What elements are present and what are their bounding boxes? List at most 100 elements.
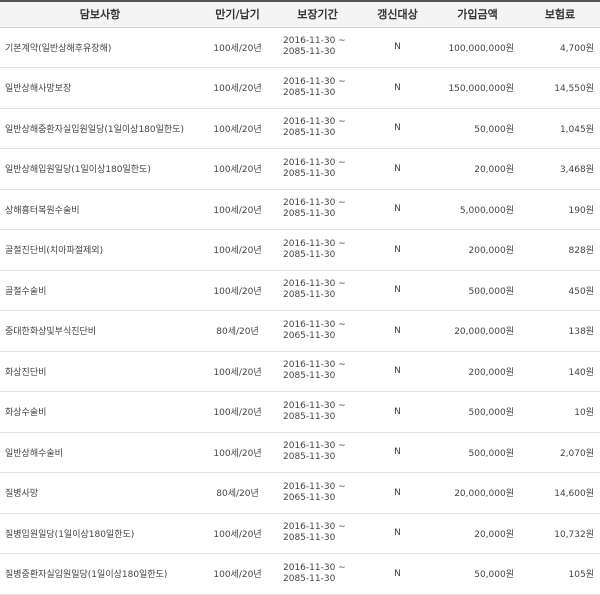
period-end: 2085-11-30 [283, 371, 336, 382]
renewal-cell: N [360, 432, 435, 473]
table-row: 질병사망 80세/20년 2016-11-30 ~2065-11-30 N 20,000… [0, 472, 600, 514]
coverage-name-cell: 일반상해사망보장 [0, 67, 200, 109]
amount-cell: 500,000원 [435, 391, 520, 433]
coverage-name-cell: 일반상해중환자실입원일당(1일이상180일한도) [0, 108, 200, 149]
period-start: 2016-11-30 ~ [283, 76, 346, 87]
renewal-cell: N [360, 229, 435, 271]
renewal-cell: N [360, 513, 435, 554]
period-cell: 2016-11-30 ~2085-11-30 [275, 270, 360, 311]
premium-cell: 2,070원 [520, 432, 600, 473]
coverage-name-cell: 상해흉터복원수술비 [0, 189, 200, 230]
period-end: 2085-11-30 [283, 573, 336, 584]
period-cell: 2016-11-30 ~2085-11-30 [275, 108, 360, 149]
premium-cell: 14,600원 [520, 472, 600, 514]
table-row: 일반상해입원일당(1일이상180일한도) 100세/20년 2016-11-30 ~… [0, 148, 600, 190]
coverage-table: 담보사항 만기/납기 보장기간 갱신대상 가입금액 보험료 기본계약(일반상해후… [0, 0, 600, 595]
renewal-cell: N [360, 351, 435, 392]
period-start: 2016-11-30 ~ [283, 117, 346, 128]
period-end: 2085-11-30 [283, 87, 336, 98]
period-end: 2085-11-30 [283, 168, 336, 179]
coverage-name-cell: 질병사망 [0, 472, 200, 514]
coverage-name-cell: 기본계약(일반상해후유장해) [0, 27, 200, 68]
period-cell: 2016-11-30 ~2085-11-30 [275, 513, 360, 554]
term-cell: 100세/20년 [200, 108, 275, 149]
term-cell: 100세/20년 [200, 189, 275, 230]
period-cell: 2016-11-30 ~2085-11-30 [275, 67, 360, 109]
renewal-cell: N [360, 189, 435, 230]
period-start: 2016-11-30 ~ [283, 238, 346, 249]
period-start: 2016-11-30 ~ [283, 400, 346, 411]
coverage-name-cell: 질병중환자실입원일당(1일이상180일한도) [0, 553, 200, 595]
renewal-cell: N [360, 472, 435, 514]
period-end: 2065-11-30 [283, 492, 336, 503]
table-row: 질병중환자실입원일당(1일이상180일한도) 100세/20년 2016-11-30… [0, 553, 600, 595]
table-row: 화상진단비 100세/20년 2016-11-30 ~2085-11-30 N 200,… [0, 351, 600, 392]
premium-cell: 4,700원 [520, 27, 600, 68]
header-premium: 보험료 [520, 0, 600, 28]
premium-cell: 138원 [520, 310, 600, 352]
amount-cell: 150,000,000원 [435, 67, 520, 109]
premium-cell: 828원 [520, 229, 600, 271]
term-cell: 80세/20년 [200, 310, 275, 352]
premium-cell: 14,550원 [520, 67, 600, 109]
premium-cell: 3,468원 [520, 148, 600, 190]
amount-cell: 5,000,000원 [435, 189, 520, 230]
amount-cell: 100,000,000원 [435, 27, 520, 68]
period-cell: 2016-11-30 ~2085-11-30 [275, 553, 360, 595]
term-cell: 100세/20년 [200, 67, 275, 109]
table-row: 골절진단비(치아파절제외) 100세/20년 2016-11-30 ~2085-11… [0, 229, 600, 271]
renewal-cell: N [360, 108, 435, 149]
period-cell: 2016-11-30 ~2065-11-30 [275, 310, 360, 352]
term-cell: 100세/20년 [200, 553, 275, 595]
period-cell: 2016-11-30 ~2085-11-30 [275, 189, 360, 230]
header-period: 보장기간 [275, 0, 360, 28]
term-cell: 100세/20년 [200, 432, 275, 473]
period-start: 2016-11-30 ~ [283, 562, 346, 573]
premium-cell: 1,045원 [520, 108, 600, 149]
period-cell: 2016-11-30 ~2085-11-30 [275, 229, 360, 271]
table-body: 기본계약(일반상해후유장해) 100세/20년 2016-11-30 ~2085-1… [0, 27, 600, 595]
term-cell: 100세/20년 [200, 229, 275, 271]
table-header-row: 담보사항 만기/납기 보장기간 갱신대상 가입금액 보험료 [0, 0, 600, 28]
term-cell: 100세/20년 [200, 27, 275, 68]
period-end: 2085-11-30 [283, 452, 336, 463]
renewal-cell: N [360, 148, 435, 190]
term-cell: 100세/20년 [200, 351, 275, 392]
table-row: 일반상해사망보장 100세/20년 2016-11-30 ~2085-11-30 N 1… [0, 67, 600, 109]
coverage-name-cell: 질병입원일당(1일이상180일한도) [0, 513, 200, 554]
term-cell: 100세/20년 [200, 270, 275, 311]
table-row: 기본계약(일반상해후유장해) 100세/20년 2016-11-30 ~2085-1… [0, 27, 600, 68]
premium-cell: 10,732원 [520, 513, 600, 554]
premium-cell: 105원 [520, 553, 600, 595]
table-row: 일반상해수술비 100세/20년 2016-11-30 ~2085-11-30 N 50… [0, 432, 600, 473]
period-start: 2016-11-30 ~ [283, 157, 346, 168]
premium-cell: 450원 [520, 270, 600, 311]
amount-cell: 200,000원 [435, 351, 520, 392]
amount-cell: 20,000원 [435, 148, 520, 190]
table-row: 질병입원일당(1일이상180일한도) 100세/20년 2016-11-30 ~20… [0, 513, 600, 554]
renewal-cell: N [360, 391, 435, 433]
period-end: 2085-11-30 [283, 533, 336, 544]
period-end: 2065-11-30 [283, 330, 336, 341]
renewal-cell: N [360, 27, 435, 68]
amount-cell: 20,000원 [435, 513, 520, 554]
header-amount: 가입금액 [435, 0, 520, 28]
period-start: 2016-11-30 ~ [283, 198, 346, 209]
period-cell: 2016-11-30 ~2085-11-30 [275, 351, 360, 392]
premium-cell: 10원 [520, 391, 600, 433]
premium-cell: 140원 [520, 351, 600, 392]
period-cell: 2016-11-30 ~2085-11-30 [275, 27, 360, 68]
period-start: 2016-11-30 ~ [283, 481, 346, 492]
table-row: 골절수술비 100세/20년 2016-11-30 ~2085-11-30 N 500,… [0, 270, 600, 311]
coverage-name-cell: 골절진단비(치아파절제외) [0, 229, 200, 271]
amount-cell: 200,000원 [435, 229, 520, 271]
term-cell: 80세/20년 [200, 472, 275, 514]
coverage-name-cell: 골절수술비 [0, 270, 200, 311]
renewal-cell: N [360, 553, 435, 595]
period-cell: 2016-11-30 ~2065-11-30 [275, 472, 360, 514]
table-row: 일반상해중환자실입원일당(1일이상180일한도) 100세/20년 2016-11-… [0, 108, 600, 149]
period-start: 2016-11-30 ~ [283, 319, 346, 330]
table-row: 중대한화상및부식진단비 80세/20년 2016-11-30 ~2065-11-30… [0, 310, 600, 352]
period-end: 2085-11-30 [283, 209, 336, 220]
term-cell: 100세/20년 [200, 148, 275, 190]
